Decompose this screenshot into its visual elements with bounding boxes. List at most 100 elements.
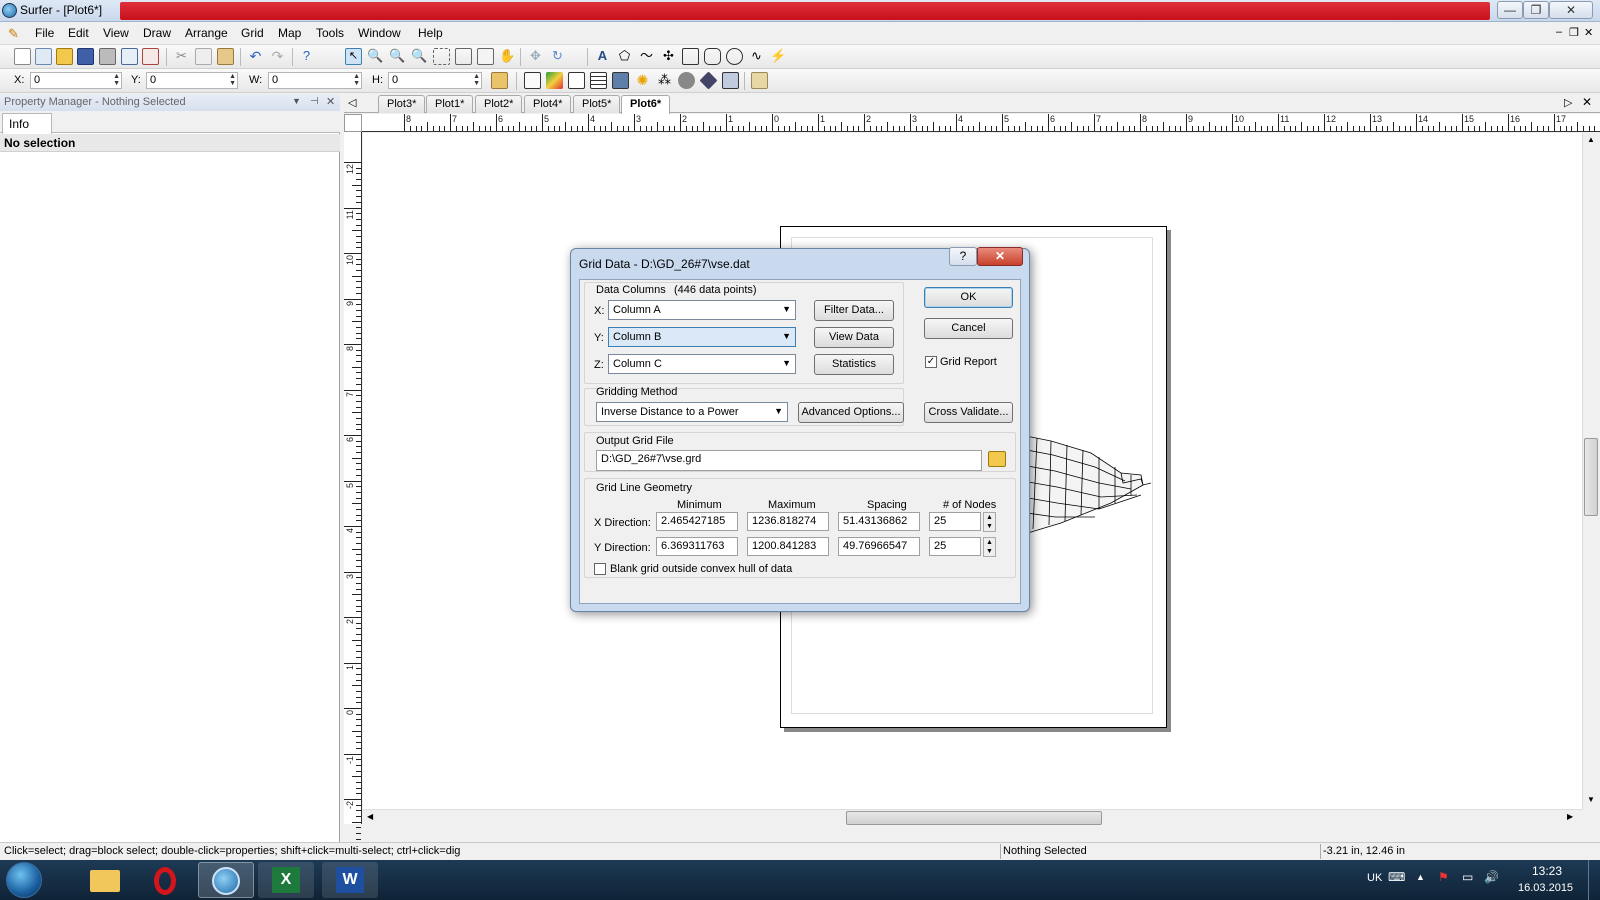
x-column-select[interactable]: Column A ▼ — [608, 300, 796, 320]
keyboard-icon[interactable]: ⌨ — [1388, 870, 1405, 884]
y-nodes-field[interactable]: 25 — [929, 537, 981, 556]
menu-edit[interactable]: Edit — [68, 26, 89, 40]
minimize-button[interactable]: — — [1497, 1, 1523, 19]
x-nodes-spinner[interactable]: ▲ ▼ — [983, 512, 996, 532]
x-max-field[interactable]: 1236.818274 — [747, 512, 829, 531]
lock-aspect-icon[interactable] — [491, 72, 508, 89]
clock-time[interactable]: 13:23 — [1532, 864, 1562, 878]
zoom-in-icon[interactable]: 🔍 — [367, 48, 384, 65]
scale-bar-icon[interactable] — [751, 72, 768, 89]
taskbar-explorer[interactable] — [76, 862, 132, 898]
tab-plot1[interactable]: Plot1* — [426, 95, 474, 113]
filter-data-button[interactable]: Filter Data... — [814, 300, 894, 321]
print-preview-icon[interactable] — [142, 48, 159, 65]
menu-help[interactable]: Help — [418, 26, 443, 40]
output-grid-field[interactable]: D:\GD_26#7\vse.grd — [596, 450, 982, 471]
context-help-icon[interactable]: ? — [298, 48, 315, 65]
browse-folder-icon[interactable] — [988, 451, 1006, 467]
language-indicator[interactable]: UK — [1367, 872, 1382, 884]
print-icon[interactable] — [99, 48, 116, 65]
menu-map[interactable]: Map — [278, 26, 301, 40]
save-icon[interactable] — [77, 48, 94, 65]
vertical-scroll-thumb[interactable] — [1584, 438, 1598, 516]
taskbar-surfer[interactable] — [198, 862, 254, 898]
text-tool-icon[interactable]: A — [594, 48, 611, 65]
gridding-method-select[interactable]: Inverse Distance to a Power ▼ — [596, 402, 788, 422]
network-icon[interactable]: ▭ — [1462, 870, 1473, 884]
export-icon[interactable] — [121, 48, 138, 65]
ellipse-tool-icon[interactable] — [726, 48, 743, 65]
classed-post-icon[interactable]: ⁂ — [656, 72, 673, 89]
volume-icon[interactable]: 🔊 — [1484, 870, 1499, 884]
polygon-tool-icon[interactable]: ⬠ — [616, 48, 633, 65]
surface-map-icon[interactable] — [699, 71, 718, 90]
surfer-app-icon[interactable] — [2, 3, 17, 18]
contour-map-icon[interactable] — [546, 72, 563, 89]
spline-tool-icon[interactable]: ∿ — [748, 48, 765, 65]
taskbar-opera[interactable] — [138, 862, 194, 898]
horizontal-scroll-thumb[interactable] — [846, 811, 1102, 825]
ok-button[interactable]: OK — [924, 287, 1013, 308]
zoom-rectangle-icon[interactable] — [433, 48, 450, 65]
y-spacing-field[interactable]: 49.76966547 — [838, 537, 920, 556]
redo-icon[interactable]: ↷ — [269, 48, 286, 65]
select-arrow-icon[interactable]: ↖ — [345, 48, 362, 65]
show-hidden-icons[interactable]: ▲ — [1416, 872, 1425, 882]
advanced-options-button[interactable]: Advanced Options... — [798, 402, 904, 423]
z-column-select[interactable]: Column C ▼ — [608, 354, 796, 374]
tab-plot6[interactable]: Plot6* — [621, 95, 671, 114]
y-min-field[interactable]: 6.369311763 — [656, 537, 738, 556]
pin-icon[interactable]: ⊣ — [310, 96, 319, 107]
undo-icon[interactable]: ↶ — [247, 48, 264, 65]
menu-window[interactable]: Window — [358, 26, 401, 40]
clock-date[interactable]: 16.03.2015 — [1518, 882, 1573, 894]
polyline-tool-icon[interactable]: 〜 — [638, 48, 655, 65]
x-spacing-field[interactable]: 51.43136862 — [838, 512, 920, 531]
taskbar-word[interactable]: W — [322, 862, 378, 898]
height-field[interactable]: 0 ▲ ▼ — [388, 72, 482, 89]
tab-plot2[interactable]: Plot2* — [475, 95, 523, 113]
menu-file[interactable]: File — [35, 26, 54, 40]
tab-scroll-right-icon[interactable]: ▷ — [1564, 96, 1572, 109]
zoom-out-icon[interactable]: 🔍 — [389, 48, 406, 65]
y-coord-field[interactable]: 0 ▲ ▼ — [146, 72, 238, 89]
new-plot-icon[interactable] — [14, 48, 31, 65]
vector-map-icon[interactable]: ✺ — [634, 72, 651, 89]
x-coord-field[interactable]: 0 ▲ ▼ — [30, 72, 122, 89]
blank-convex-hull-checkbox[interactable] — [594, 563, 606, 575]
image-map-icon[interactable] — [590, 72, 607, 89]
tab-info[interactable]: Info — [2, 113, 52, 134]
mdi-close-button[interactable]: ✕ — [1584, 26, 1593, 39]
rotate-icon[interactable]: ↻ — [549, 48, 566, 65]
x-nodes-field[interactable]: 25 — [929, 512, 981, 531]
copy-icon[interactable] — [195, 48, 212, 65]
scroll-left-icon[interactable]: ◀ — [367, 812, 373, 821]
close-document-icon[interactable]: ✕ — [1582, 95, 1592, 109]
grid-report-checkbox[interactable]: ✓ — [925, 356, 937, 368]
reshape-tool-icon[interactable]: ⚡ — [770, 48, 787, 65]
new-worksheet-icon[interactable] — [35, 48, 52, 65]
close-window-button[interactable]: ✕ — [1549, 1, 1593, 19]
width-field[interactable]: 0 ▲ ▼ — [268, 72, 362, 89]
symbol-tool-icon[interactable]: ✣ — [660, 48, 677, 65]
shaded-relief-icon[interactable] — [612, 72, 629, 89]
menu-grid[interactable]: Grid — [241, 26, 264, 40]
view-data-button[interactable]: View Data — [814, 327, 894, 348]
panel-close-icon[interactable]: ✕ — [326, 95, 335, 108]
taskbar-excel[interactable]: X — [258, 862, 314, 898]
tab-plot4[interactable]: Plot4* — [524, 95, 572, 113]
open-folder-icon[interactable] — [56, 48, 73, 65]
zoom-selected-icon[interactable] — [455, 48, 472, 65]
tab-plot5[interactable]: Plot5* — [573, 95, 621, 113]
show-desktop-button[interactable] — [1588, 860, 1600, 900]
menu-app-icon[interactable]: ✎ — [8, 26, 19, 42]
menu-view[interactable]: View — [103, 26, 129, 40]
rectangle-tool-icon[interactable] — [682, 48, 699, 65]
y-nodes-spinner[interactable]: ▲ ▼ — [983, 537, 996, 557]
base-map-icon[interactable] — [524, 72, 541, 89]
dialog-close-button[interactable]: ✕ — [977, 247, 1023, 266]
actual-size-icon[interactable] — [477, 48, 494, 65]
trackball-icon[interactable]: ✥ — [527, 48, 544, 65]
dialog-help-button[interactable]: ? — [949, 247, 977, 266]
menu-arrange[interactable]: Arrange — [185, 26, 228, 40]
